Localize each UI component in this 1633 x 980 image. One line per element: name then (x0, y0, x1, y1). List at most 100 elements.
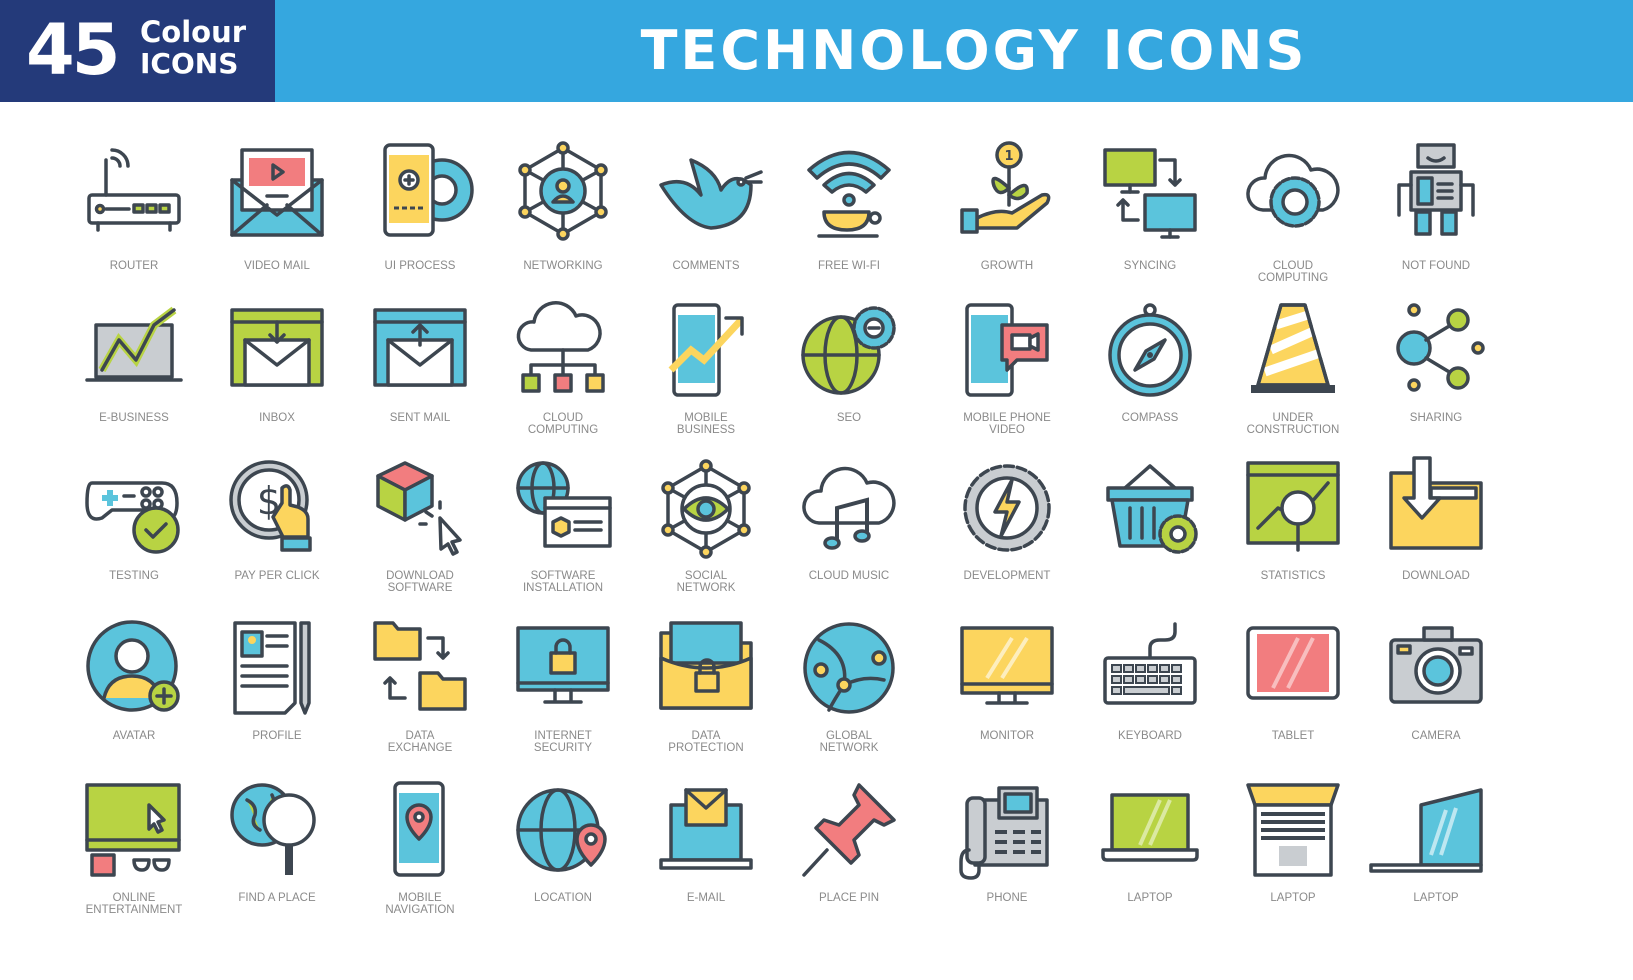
icon-card-mobile-business[interactable]: MOBILE BUSINESS (632, 300, 780, 450)
wifi-cup-icon (807, 150, 891, 238)
avatar-icon (86, 620, 180, 712)
icon-label: PLACE PIN (765, 892, 933, 904)
icon-card-bird[interactable]: COMMENTS (632, 140, 780, 290)
icon-card-wifi-cup[interactable]: FREE WI-FI (775, 140, 923, 290)
icon-card-seo-globe[interactable]: SEO (775, 300, 923, 450)
sent-mail-icon (373, 308, 467, 387)
icon-label-line: FREE WI-FI (818, 260, 880, 272)
icon-card-laptop-mail[interactable]: E-MAIL (632, 780, 780, 930)
icon-card-statistics[interactable]: STATISTICS (1219, 458, 1367, 608)
icon-label-line: CAMERA (1411, 730, 1461, 742)
icon-card-inbox[interactable]: INBOX (203, 300, 351, 450)
icon-card-desk-phone[interactable]: PHONE (933, 780, 1081, 930)
page-title: TECHNOLOGY ICONS (640, 19, 1308, 82)
global-network-icon (803, 622, 895, 714)
icon-label: SHARING (1352, 412, 1520, 424)
laptop-side-icon (1369, 788, 1483, 873)
icon-label-line: DEVELOPMENT (963, 570, 1051, 582)
header-banner: 45 Colour ICONS TECHNOLOGY ICONS (0, 0, 1633, 102)
icon-card-cube-cursor[interactable]: DOWNLOAD SOFTWARE (346, 458, 494, 608)
cloud-music-icon (802, 466, 896, 550)
icon-card-cloud-network[interactable]: CLOUD COMPUTING (489, 300, 637, 450)
statistics-icon (1246, 461, 1340, 552)
icon-card-growth[interactable]: 1 GROWTH (933, 140, 1081, 290)
ui-process-icon (383, 143, 474, 237)
mobile-video-icon (965, 303, 1049, 397)
icon-card-data-exchange[interactable]: DATA EXCHANGE (346, 618, 494, 768)
icon-card-laptop-side[interactable]: LAPTOP (1362, 780, 1510, 930)
icon-label-line: ENTERTAINMENT (85, 904, 183, 916)
laptop-green-icon (1101, 793, 1199, 862)
badge-number: 45 (26, 9, 120, 91)
icon-card-globe-pin[interactable]: LOCATION (489, 780, 637, 930)
cube-cursor-icon (376, 461, 462, 556)
icon-card-software-installation[interactable]: SOFTWARE INSTALLATION (489, 458, 637, 608)
icon-label-line: PLACE PIN (818, 892, 880, 904)
icon-card-gear-bolt[interactable]: DEVELOPMENT (933, 458, 1081, 608)
router-icon (87, 148, 181, 232)
icon-card-traffic-cone[interactable]: UNDER CONSTRUCTION (1219, 300, 1367, 450)
icon-card-folder-lock[interactable]: DATA PROTECTION (632, 618, 780, 768)
icon-card-monitor-lock[interactable]: INTERNET SECURITY (489, 618, 637, 768)
icon-card-folder-download[interactable]: DOWNLOAD (1362, 456, 1510, 608)
icon-card-cloud-music[interactable]: CLOUD MUSIC (775, 458, 923, 608)
icon-card-mobile-video[interactable]: MOBILE PHONE VIDEO (933, 300, 1081, 450)
mobile-navigation-icon (393, 781, 445, 877)
icon-label-line: NETWORK (676, 582, 736, 594)
gamepad-check-icon (85, 481, 180, 554)
cloud-network-icon (516, 301, 605, 393)
icon-card-basket-gear[interactable] (1076, 458, 1224, 608)
icon-label: GLOBAL NETWORK (765, 730, 933, 754)
icon-card-ui-process[interactable]: UI PROCESS (346, 140, 494, 290)
icon-label-line: COMPUTING (1257, 272, 1329, 284)
icon-card-cloud-gear[interactable]: CLOUD COMPUTING (1219, 140, 1367, 290)
icon-card-robot[interactable]: NOT FOUND (1362, 140, 1510, 290)
icon-card-laptop-keyboard[interactable]: LAPTOP (1219, 780, 1367, 930)
badge-line-1: Colour (140, 15, 247, 49)
icon-card-find-place[interactable]: FIND A PLACE (203, 780, 351, 930)
laptop-mail-icon (659, 788, 753, 870)
icon-card-networking[interactable]: NETWORKING (489, 140, 637, 290)
push-pin-icon (802, 783, 896, 877)
networking-icon (518, 141, 608, 241)
icon-card-tablet[interactable]: TABLET (1219, 618, 1367, 768)
icon-card-online-entertainment[interactable]: ONLINE ENTERTAINMENT (60, 780, 208, 930)
icon-card-sent-mail[interactable]: SENT MAIL (346, 300, 494, 450)
icon-card-avatar[interactable]: AVATAR (60, 618, 208, 768)
icon-label-line: NOT FOUND (1401, 260, 1471, 272)
online-entertainment-icon (85, 783, 181, 877)
find-place-icon (230, 783, 316, 875)
icon-label-line: VIDEO (989, 424, 1025, 436)
inbox-icon (230, 308, 324, 387)
icon-card-camera[interactable]: CAMERA (1362, 618, 1510, 768)
icon-card-keyboard[interactable]: KEYBOARD (1076, 618, 1224, 768)
icon-card-monitor[interactable]: MONITOR (933, 618, 1081, 768)
icon-card-laptop-green[interactable]: LAPTOP (1076, 780, 1224, 930)
icon-card-syncing[interactable]: SYNCING (1076, 140, 1224, 290)
icon-card-e-business[interactable]: E-BUSINESS (60, 300, 208, 450)
folder-lock-icon (659, 621, 753, 710)
icon-label: DEVELOPMENT (923, 570, 1091, 582)
icon-card-profile-doc[interactable]: PROFILE (203, 618, 351, 768)
icon-label-line: SHARING (1409, 412, 1463, 424)
icon-label-line: SEO (836, 412, 862, 424)
icon-card-push-pin[interactable]: PLACE PIN (775, 780, 923, 930)
icon-card-global-network[interactable]: GLOBAL NETWORK (775, 618, 923, 768)
social-eye-icon (661, 459, 751, 559)
icon-card-compass[interactable]: COMPASS (1076, 300, 1224, 450)
icon-card-gamepad-check[interactable]: TESTING (60, 458, 208, 608)
icon-card-sharing[interactable]: SHARING (1362, 300, 1510, 450)
monitor-lock-icon (516, 626, 610, 704)
basket-gear-icon (1106, 464, 1198, 554)
icon-card-router[interactable]: ROUTER (60, 140, 208, 290)
icon-card-pay-per-click[interactable]: $ PAY PER CLICK (203, 458, 351, 608)
icon-card-video-mail[interactable]: VIDEO MAIL (203, 140, 351, 290)
growth-icon: 1 (960, 141, 1051, 234)
icon-label-line: DOWNLOAD (1402, 570, 1470, 582)
icon-label-line: LAPTOP (1413, 892, 1459, 904)
icon-card-mobile-navigation[interactable]: MOBILE NAVIGATION (346, 780, 494, 930)
sharing-icon (1396, 303, 1485, 392)
icon-label-line: NAVIGATION (385, 904, 455, 916)
badge-line-2: ICONS (140, 47, 239, 80)
icon-card-social-eye[interactable]: SOCIAL NETWORK (632, 458, 780, 608)
